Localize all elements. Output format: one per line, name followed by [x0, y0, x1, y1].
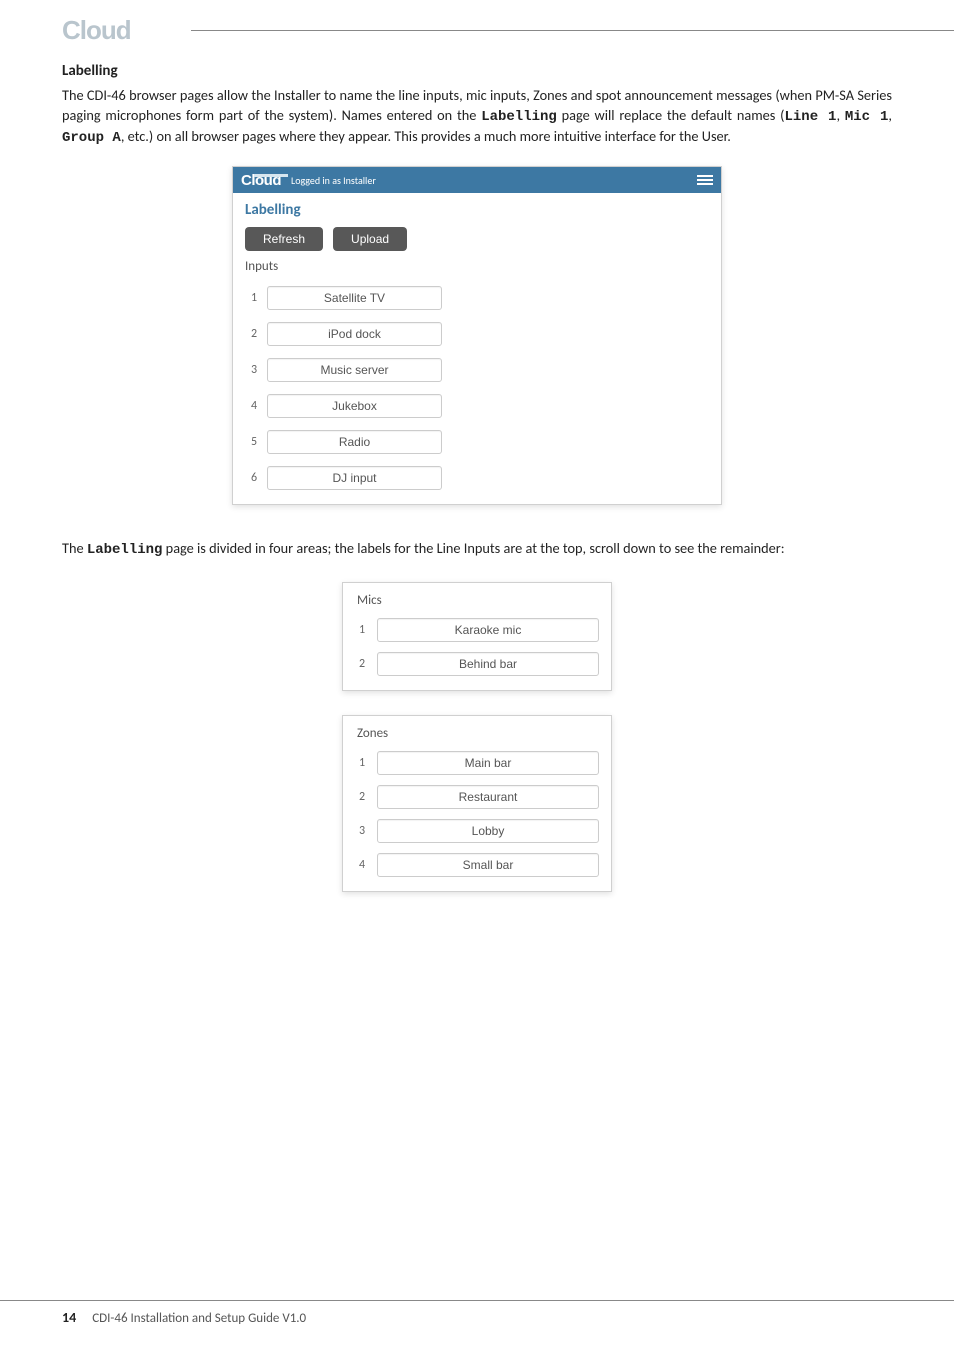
- mono: Mic 1: [845, 109, 889, 125]
- input-row: 6: [245, 466, 709, 490]
- text: page will replace the default names (: [557, 106, 785, 124]
- upload-button[interactable]: Upload: [333, 227, 407, 251]
- input-number: 3: [245, 363, 267, 377]
- input-label-field[interactable]: [267, 322, 442, 346]
- text: page is divided in four areas; the label…: [162, 539, 784, 557]
- mic-label-field[interactable]: [377, 652, 599, 676]
- zone-number: 1: [357, 756, 377, 770]
- zone-label-field[interactable]: [377, 751, 599, 775]
- mics-panel: Mics 1 2: [342, 582, 612, 691]
- mono: Group A: [62, 130, 121, 146]
- input-row: 1: [245, 286, 709, 310]
- labelling-panel: Cloud Logged in as Installer Labelling R…: [232, 166, 722, 505]
- zone-label-field[interactable]: [377, 853, 599, 877]
- input-row: 3: [245, 358, 709, 382]
- inputs-heading: Inputs: [245, 259, 709, 274]
- logo-text: Cloud: [62, 15, 131, 46]
- text: The: [62, 539, 87, 557]
- mid-paragraph: The Labelling page is divided in four ar…: [62, 539, 892, 558]
- input-label-field[interactable]: [267, 358, 442, 382]
- zone-row: 3: [357, 819, 599, 843]
- zone-number: 3: [357, 824, 377, 838]
- mic-label-field[interactable]: [377, 618, 599, 642]
- panel-logo: Cloud: [241, 172, 281, 189]
- input-row: 4: [245, 394, 709, 418]
- input-number: 2: [245, 327, 267, 341]
- zone-number: 4: [357, 858, 377, 872]
- input-label-field[interactable]: [267, 286, 442, 310]
- input-number: 5: [245, 435, 267, 449]
- text: ,: [888, 106, 892, 124]
- zone-row: 4: [357, 853, 599, 877]
- text: ,: [836, 106, 844, 124]
- mono: Labelling: [87, 542, 163, 558]
- panel-topbar: Cloud Logged in as Installer: [233, 167, 721, 193]
- zones-panel: Zones 1 2 3 4: [342, 715, 612, 892]
- zone-label-field[interactable]: [377, 785, 599, 809]
- text: , etc.) on all browser pages where they …: [121, 127, 731, 145]
- menu-icon[interactable]: [697, 175, 713, 185]
- mic-row: 1: [357, 618, 599, 642]
- zone-label-field[interactable]: [377, 819, 599, 843]
- input-number: 4: [245, 399, 267, 413]
- login-status: Logged in as Installer: [291, 174, 376, 187]
- page-footer: 14 CDI-46 Installation and Setup Guide V…: [0, 1300, 954, 1326]
- zone-number: 2: [357, 790, 377, 804]
- input-label-field[interactable]: [267, 394, 442, 418]
- zones-heading: Zones: [357, 726, 599, 741]
- zone-row: 2: [357, 785, 599, 809]
- input-row: 5: [245, 430, 709, 454]
- intro-paragraph: The CDI-46 browser pages allow the Insta…: [62, 86, 892, 148]
- refresh-button[interactable]: Refresh: [245, 227, 323, 251]
- input-number: 1: [245, 291, 267, 305]
- mics-heading: Mics: [357, 593, 599, 608]
- mono: Labelling: [481, 109, 557, 125]
- input-label-field[interactable]: [267, 466, 442, 490]
- mono: Line 1: [784, 109, 836, 125]
- brand-logo: Cloud: [62, 12, 177, 48]
- header-rule: [191, 30, 954, 31]
- footer-title: CDI-46 Installation and Setup Guide V1.0: [92, 1311, 306, 1326]
- input-label-field[interactable]: [267, 430, 442, 454]
- mic-row: 2: [357, 652, 599, 676]
- page-number: 14: [62, 1309, 76, 1326]
- input-number: 6: [245, 471, 267, 485]
- mic-number: 2: [357, 657, 377, 671]
- panel-title: Labelling: [245, 201, 709, 219]
- section-heading: Labelling: [62, 62, 892, 80]
- mic-number: 1: [357, 623, 377, 637]
- zone-row: 1: [357, 751, 599, 775]
- input-row: 2: [245, 322, 709, 346]
- page-header: Cloud: [0, 0, 954, 48]
